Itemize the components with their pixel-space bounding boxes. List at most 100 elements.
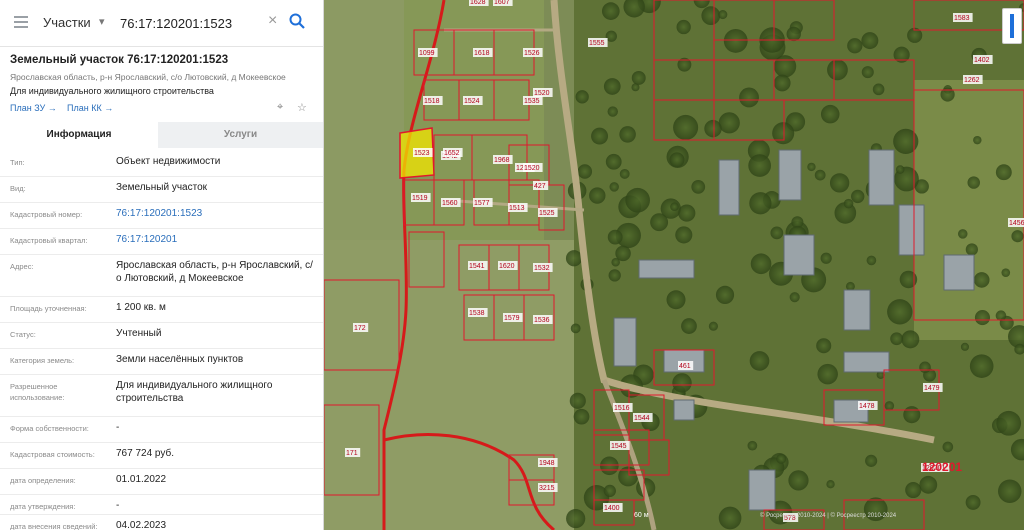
tree-canopy — [749, 192, 772, 215]
tree-canopy — [631, 70, 646, 85]
locate-icon[interactable]: ⌖ — [277, 101, 283, 114]
building — [898, 204, 925, 256]
tree-canopy — [829, 173, 850, 193]
tree-canopy — [786, 26, 801, 42]
star-icon[interactable]: ☆ — [297, 101, 307, 114]
tree-canopy — [919, 475, 938, 494]
search-icon[interactable] — [288, 12, 306, 30]
tree-canopy — [965, 494, 981, 510]
property-value[interactable]: 76:17:120201 — [116, 233, 316, 246]
parcel-number-label: 1536 — [534, 317, 550, 324]
tree-canopy — [591, 127, 609, 145]
tree-canopy — [600, 456, 619, 476]
parcel-number-label: 1519 — [412, 195, 428, 202]
property-value: Учтенный — [116, 328, 162, 339]
parcel-number-label: 3215 — [539, 485, 555, 492]
parcel-number-label: 1525 — [539, 210, 555, 217]
property-value: Для индивидуального жилищного строительс… — [116, 380, 273, 404]
tree-canopy — [942, 441, 954, 453]
tree-canopy — [678, 204, 696, 222]
tree-canopy — [601, 2, 620, 20]
tree-canopy — [609, 182, 619, 192]
chevron-down-icon[interactable]: ▾ — [99, 15, 105, 28]
tab-services[interactable]: Услуги — [158, 122, 323, 148]
parcel-number-label: 1523 — [414, 150, 430, 157]
tree-canopy — [1011, 230, 1024, 243]
tree-canopy — [669, 152, 685, 168]
building — [778, 149, 802, 201]
search-input[interactable] — [118, 10, 282, 36]
property-value[interactable]: 76:17:120201:1523 — [116, 207, 316, 220]
tree-canopy — [851, 189, 865, 204]
tree-canopy — [827, 59, 848, 81]
tree-canopy — [866, 255, 877, 266]
parcel-number-label: 1577 — [474, 200, 490, 207]
tree-canopy — [861, 32, 879, 50]
tree-canopy — [607, 229, 623, 245]
tree-canopy — [569, 392, 586, 409]
quarter-label: 120201 — [922, 460, 963, 474]
property-row: Разрешенное использование: Для индивидуал… — [0, 374, 323, 417]
map-canvas[interactable]: 1628 1607 1583 1099 1618 1526 1555 1520 1518 1524… — [324, 0, 1024, 530]
tree-canopy — [718, 112, 740, 134]
property-label: Тип: — [10, 158, 25, 167]
property-row: Кадастровый номер: 76:17:120201:1523 — [0, 202, 323, 229]
parcel-number-label: 1262 — [964, 77, 980, 84]
parcel-number-label: 1526 — [524, 50, 540, 57]
menu-icon[interactable] — [14, 16, 28, 28]
tree-canopy — [903, 406, 921, 424]
parcel-number-label: 1968 — [494, 157, 510, 164]
tree-canopy — [969, 354, 994, 378]
map-view[interactable]: 1628 1607 1583 1099 1618 1526 1555 1520 1518 1524… — [324, 0, 1024, 530]
parcel-number-label: 1544 — [634, 415, 650, 422]
property-value: 04.02.2023 — [116, 520, 167, 530]
building — [613, 317, 637, 367]
property-label: дата внесения сведений: — [10, 522, 98, 530]
zoom-control[interactable] — [1002, 8, 1022, 44]
parcel-number-label: 1402 — [974, 57, 990, 64]
category-select[interactable]: Участки — [43, 15, 91, 30]
building — [673, 399, 695, 421]
tree-canopy — [605, 153, 622, 170]
close-icon[interactable]: × — [268, 12, 277, 30]
plan-zu-link[interactable]: План ЗУ → — [10, 103, 57, 113]
tree-canopy — [608, 269, 621, 282]
property-row: дата определения: 01.01.2022 — [0, 468, 323, 495]
tree-canopy — [611, 257, 620, 267]
tree-canopy — [575, 90, 589, 104]
tree-canopy — [704, 119, 722, 138]
tree-canopy — [772, 122, 795, 145]
property-label: дата утверждения: — [10, 502, 76, 511]
parcel-number-label: 427 — [534, 183, 546, 190]
parcel-number-label: 1545 — [611, 443, 627, 450]
building — [783, 234, 815, 276]
property-value: - — [116, 500, 120, 511]
parcel-number-label: 1400 — [604, 505, 620, 512]
tree-canopy — [807, 162, 816, 172]
search-bar: Участки ▾ × — [0, 0, 323, 47]
tree-canopy — [861, 66, 874, 79]
tab-info[interactable]: Информация — [0, 122, 158, 149]
tree-canopy — [998, 479, 1022, 503]
plan-kk-link[interactable]: План КК → — [67, 103, 113, 113]
tree-canopy — [776, 453, 787, 464]
property-label: Кадастровый номер: — [10, 210, 83, 219]
building — [843, 289, 871, 331]
tree-canopy — [619, 126, 636, 143]
tree-canopy — [973, 135, 982, 145]
parcel-number-label: 1541 — [469, 263, 485, 270]
tree-canopy — [603, 78, 621, 95]
property-label: Кадастровый квартал: — [10, 236, 88, 245]
tree-canopy — [890, 332, 904, 346]
tree-canopy — [666, 290, 686, 310]
property-row: Кадастровый квартал: 76:17:120201 — [0, 228, 323, 255]
property-value: Ярославская область, р-н Ярославский, с/… — [116, 260, 313, 284]
parcel-number-label: 171 — [346, 450, 358, 457]
tree-canopy — [967, 176, 980, 189]
tree-canopy — [965, 243, 978, 256]
tree-canopy — [718, 10, 728, 20]
tab-bar: Информация Услуги — [0, 122, 323, 149]
parcel-number-label: 1518 — [424, 98, 440, 105]
building — [943, 254, 975, 291]
property-value: Объект недвижимости — [116, 156, 221, 167]
